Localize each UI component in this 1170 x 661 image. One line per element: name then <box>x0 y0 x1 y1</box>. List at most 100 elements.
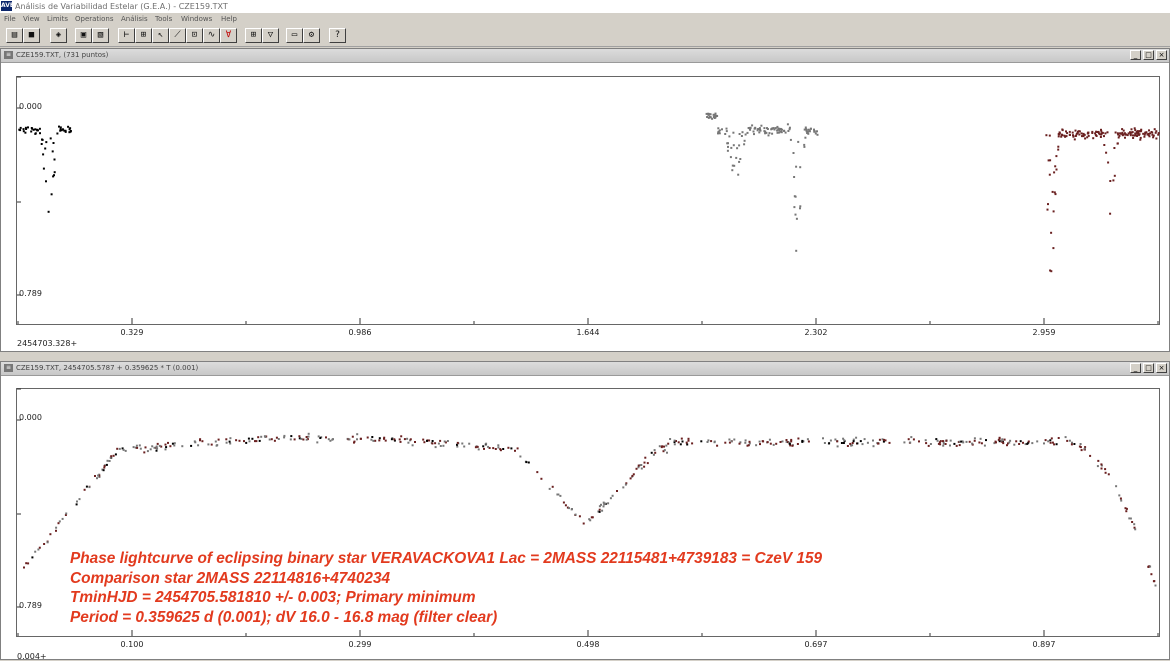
data-point <box>591 516 594 519</box>
data-point <box>1120 499 1123 502</box>
menu-tools[interactable]: Tools <box>155 13 172 26</box>
data-point <box>748 440 751 443</box>
data-point <box>681 440 684 443</box>
close-button[interactable]: × <box>1156 50 1167 60</box>
data-point <box>132 446 135 449</box>
data-point <box>598 508 601 511</box>
menu-windows[interactable]: Windows <box>181 13 212 26</box>
data-point <box>983 444 986 447</box>
data-point <box>725 130 728 133</box>
data-point <box>235 439 238 442</box>
data-point <box>759 443 761 446</box>
minimize-button[interactable]: _ <box>1130 363 1141 373</box>
caption-line: Period = 0.359625 d (0.001); dV 16.0 - 1… <box>70 608 498 626</box>
tool-icon[interactable]: ⚙ <box>303 28 320 43</box>
data-point <box>779 441 782 443</box>
grid-icon[interactable]: ⊞ <box>245 28 262 43</box>
phasecurve-window-titlebar: ≡ CZE159.TXT, 2454705.5787 + 0.359625 * … <box>1 362 1169 376</box>
data-point <box>1074 135 1077 137</box>
data-point <box>398 438 401 441</box>
data-point <box>331 438 334 441</box>
close-button[interactable]: × <box>1156 363 1167 373</box>
minimize-button[interactable]: _ <box>1130 50 1141 60</box>
data-point <box>1057 135 1060 138</box>
data-point <box>805 128 808 131</box>
lightcurve-plot-area[interactable] <box>16 76 1160 325</box>
menu-file[interactable]: File <box>4 13 16 26</box>
pointer-icon[interactable]: ↖ <box>152 28 169 43</box>
data-point <box>571 508 573 510</box>
data-point <box>1080 132 1083 135</box>
data-point <box>759 128 761 131</box>
data-point <box>828 442 831 445</box>
data-point <box>1106 131 1109 134</box>
cube-icon[interactable]: ◈ <box>50 28 67 43</box>
data-point <box>216 444 219 447</box>
data-point <box>939 440 942 443</box>
range-icon[interactable]: ⊢ <box>118 28 135 43</box>
data-point <box>663 449 666 452</box>
data-point <box>25 562 28 565</box>
menu-operations[interactable]: Operations <box>75 13 113 26</box>
data-point <box>65 512 68 515</box>
data-point <box>861 443 864 446</box>
data-point <box>443 440 446 443</box>
data-point <box>927 444 930 447</box>
menu-view[interactable]: View <box>23 13 40 26</box>
funnel-icon[interactable]: ▽ <box>262 28 279 43</box>
data-point <box>652 453 655 456</box>
data-point <box>1154 584 1157 587</box>
data-point <box>55 529 57 532</box>
data-point <box>275 436 278 439</box>
data-point <box>293 438 296 441</box>
data-point <box>519 455 522 458</box>
menu-help[interactable]: Help <box>221 13 237 26</box>
data-point <box>1070 443 1073 446</box>
menu-limits[interactable]: Limits <box>47 13 68 26</box>
line-icon[interactable]: ⟋ <box>169 28 186 43</box>
data-point <box>548 487 551 490</box>
data-point <box>400 435 403 438</box>
data-point <box>1131 521 1134 523</box>
data-point <box>1103 135 1105 138</box>
data-point <box>1139 138 1142 141</box>
data-point <box>653 449 656 452</box>
data-point <box>1116 132 1119 135</box>
maximize-button[interactable]: □ <box>1143 50 1154 60</box>
maximize-button[interactable]: □ <box>1143 363 1154 373</box>
data-point <box>1086 136 1089 139</box>
zoom-icon[interactable]: ⊡ <box>186 28 203 43</box>
data-point <box>1116 142 1119 145</box>
menu-analisis[interactable]: Análisis <box>121 13 148 26</box>
open-folder-icon[interactable]: ▤ <box>6 28 23 43</box>
help-icon[interactable]: ? <box>329 28 346 43</box>
data-point <box>842 442 845 444</box>
data-point <box>1083 447 1086 450</box>
data-point <box>225 441 228 444</box>
data-point <box>461 442 464 445</box>
data-point <box>19 126 22 129</box>
data-point <box>1129 517 1132 520</box>
data-point <box>38 127 41 130</box>
filter-icon[interactable]: ∀ <box>220 28 237 43</box>
data-point <box>507 446 510 449</box>
fit-icon[interactable]: ⊞ <box>135 28 152 43</box>
data-point <box>944 443 947 445</box>
wave-icon[interactable]: ∿ <box>203 28 220 43</box>
data-point <box>1118 494 1121 497</box>
data-point <box>735 156 738 159</box>
data-point <box>1129 131 1131 134</box>
screen-arrow-icon[interactable]: ▧ <box>92 28 109 43</box>
data-point <box>514 449 516 452</box>
data-point <box>1047 440 1050 443</box>
data-point <box>1036 440 1039 443</box>
data-point <box>995 441 997 444</box>
screen-icon[interactable]: ▣ <box>75 28 92 43</box>
window-icon[interactable]: ▭ <box>286 28 303 43</box>
data-point <box>673 439 676 442</box>
data-point <box>738 144 741 147</box>
data-point <box>795 249 798 252</box>
data-point <box>602 505 605 508</box>
data-point <box>193 440 196 443</box>
save-icon[interactable]: ■ <box>23 28 40 43</box>
